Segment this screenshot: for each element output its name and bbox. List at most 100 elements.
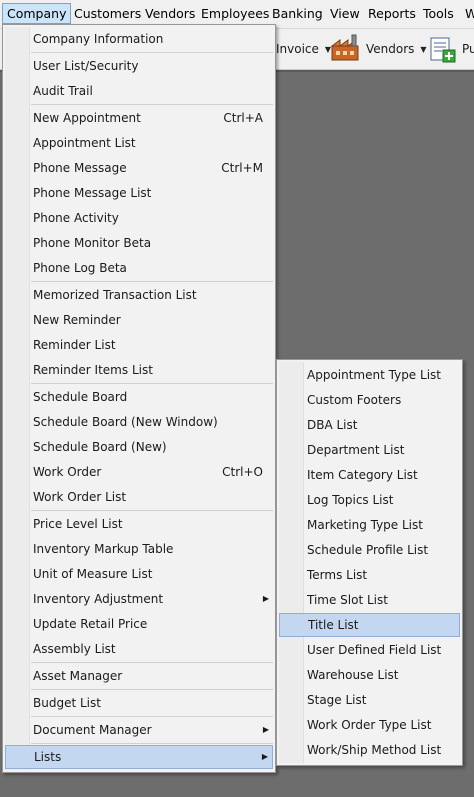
- submenu-item-user-defined-field-list[interactable]: User Defined Field List: [279, 638, 460, 662]
- menu-item-new-appointment[interactable]: New Appointment Ctrl+A: [5, 106, 273, 130]
- menu-separator: [31, 383, 273, 384]
- menu-separator: [31, 743, 273, 744]
- vendors-button[interactable]: Vendors ▼: [330, 29, 427, 69]
- menu-view[interactable]: View: [326, 3, 364, 24]
- menu-item-unit-of-measure-list[interactable]: Unit of Measure List: [5, 562, 273, 586]
- submenu-item-work-ship-method-list[interactable]: Work/Ship Method List: [279, 738, 460, 762]
- menu-item-appointment-list[interactable]: Appointment List: [5, 131, 273, 155]
- menu-item-schedule-board[interactable]: Schedule Board: [5, 385, 273, 409]
- menu-item-assembly-list[interactable]: Assembly List: [5, 637, 273, 661]
- menu-customers-label: Customers: [74, 6, 142, 21]
- menu-item-label: Document Manager: [33, 723, 152, 737]
- menu-item-phone-message[interactable]: Phone Message Ctrl+M: [5, 156, 273, 180]
- submenu-item-label: Work/Ship Method List: [307, 743, 442, 757]
- menu-item-label: Reminder Items List: [33, 363, 153, 377]
- submenu-item-label: Department List: [307, 443, 405, 457]
- menu-tools-label: Tools: [423, 6, 454, 21]
- submenu-item-stage-list[interactable]: Stage List: [279, 688, 460, 712]
- menu-item-phone-activity[interactable]: Phone Activity: [5, 206, 273, 230]
- menu-item-reminder-list[interactable]: Reminder List: [5, 333, 273, 357]
- menu-item-work-order[interactable]: Work Order Ctrl+O: [5, 460, 273, 484]
- menu-item-label: Company Information: [33, 32, 164, 46]
- menu-item-reminder-items-list[interactable]: Reminder Items List: [5, 358, 273, 382]
- submenu-arrow-icon: ▶: [262, 594, 269, 603]
- submenu-item-work-order-type-list[interactable]: Work Order Type List: [279, 713, 460, 737]
- menu-separator: [31, 716, 273, 717]
- menu-item-label: Budget List: [33, 696, 101, 710]
- submenu-item-label: Custom Footers: [307, 393, 402, 407]
- menu-tools[interactable]: Tools: [419, 3, 458, 24]
- company-menu: Company Information User List/Security A…: [2, 24, 276, 773]
- menu-item-inventory-adjustment[interactable]: Inventory Adjustment ▶: [5, 587, 273, 611]
- submenu-item-item-category-list[interactable]: Item Category List: [279, 463, 460, 487]
- menu-item-price-level-list[interactable]: Price Level List: [5, 512, 273, 536]
- factory-icon: [330, 34, 359, 61]
- menu-item-budget-list[interactable]: Budget List: [5, 691, 273, 715]
- menu-item-document-manager[interactable]: Document Manager ▶: [5, 718, 273, 742]
- menu-item-label: Price Level List: [33, 517, 123, 531]
- menu-item-phone-message-list[interactable]: Phone Message List: [5, 181, 273, 205]
- submenu-item-label: Warehouse List: [307, 668, 399, 682]
- submenu-item-time-slot-list[interactable]: Time Slot List: [279, 588, 460, 612]
- vendors-label: Vendors: [366, 42, 415, 56]
- submenu-item-label: Time Slot List: [307, 593, 388, 607]
- menu-item-label: Memorized Transaction List: [33, 288, 197, 302]
- menu-item-label: Asset Manager: [33, 669, 123, 683]
- menu-item-label: Lists: [34, 750, 62, 764]
- menu-banking-label: Banking: [272, 6, 323, 21]
- submenu-arrow-icon: ▶: [261, 752, 268, 761]
- menu-item-schedule-board-new-window[interactable]: Schedule Board (New Window): [5, 410, 273, 434]
- menu-item-memorized-transaction-list[interactable]: Memorized Transaction List: [5, 283, 273, 307]
- menu-item-label: New Reminder: [33, 313, 121, 327]
- menu-item-lists[interactable]: Lists ▶: [5, 745, 273, 769]
- submenu-item-department-list[interactable]: Department List: [279, 438, 460, 462]
- menu-window[interactable]: W: [461, 3, 474, 24]
- dropdown-arrow-icon[interactable]: ▼: [420, 45, 426, 54]
- menu-item-phone-log-beta[interactable]: Phone Log Beta: [5, 256, 273, 280]
- menu-item-label: Work Order List: [33, 490, 127, 504]
- menu-item-label: Audit Trail: [33, 84, 93, 98]
- menu-vendors[interactable]: Vendors: [141, 3, 199, 24]
- menu-item-schedule-board-new[interactable]: Schedule Board (New): [5, 435, 273, 459]
- menu-customers[interactable]: Customers: [70, 3, 145, 24]
- submenu-item-custom-footers[interactable]: Custom Footers: [279, 388, 460, 412]
- menu-separator: [31, 281, 273, 282]
- menu-item-label: Schedule Board: [33, 390, 128, 404]
- submenu-item-dba-list[interactable]: DBA List: [279, 413, 460, 437]
- menu-item-inventory-markup-table[interactable]: Inventory Markup Table: [5, 537, 273, 561]
- menu-reports[interactable]: Reports: [364, 3, 420, 24]
- menu-item-label: Schedule Board (New Window): [33, 415, 218, 429]
- menu-separator: [31, 510, 273, 511]
- menu-employees-label: Employees: [201, 6, 270, 21]
- menu-item-label: Assembly List: [33, 642, 116, 656]
- menu-company[interactable]: Company: [2, 3, 72, 24]
- menu-view-label: View: [330, 6, 360, 21]
- menu-banking[interactable]: Banking: [268, 3, 327, 24]
- submenu-item-terms-list[interactable]: Terms List: [279, 563, 460, 587]
- submenu-item-label: Item Category List: [307, 468, 418, 482]
- menu-item-new-reminder[interactable]: New Reminder: [5, 308, 273, 332]
- menu-item-asset-manager[interactable]: Asset Manager: [5, 664, 273, 688]
- purchase-button[interactable]: Pu: [428, 29, 474, 69]
- submenu-item-appointment-type-list[interactable]: Appointment Type List: [279, 363, 460, 387]
- submenu-item-title-list[interactable]: Title List: [279, 613, 460, 637]
- submenu-item-schedule-profile-list[interactable]: Schedule Profile List: [279, 538, 460, 562]
- menu-item-audit-trail[interactable]: Audit Trail: [5, 79, 273, 103]
- menu-item-user-list-security[interactable]: User List/Security: [5, 54, 273, 78]
- menu-item-update-retail-price[interactable]: Update Retail Price: [5, 612, 273, 636]
- menu-item-label: Phone Monitor Beta: [33, 236, 152, 250]
- menu-item-company-information[interactable]: Company Information: [5, 27, 273, 51]
- submenu-item-log-topics-list[interactable]: Log Topics List: [279, 488, 460, 512]
- menu-item-label: Phone Message List: [33, 186, 152, 200]
- menu-item-phone-monitor-beta[interactable]: Phone Monitor Beta: [5, 231, 273, 255]
- menu-item-label: Reminder List: [33, 338, 116, 352]
- invoice-button[interactable]: Invoice ▼: [276, 29, 331, 69]
- submenu-item-marketing-type-list[interactable]: Marketing Type List: [279, 513, 460, 537]
- shortcut-label: Ctrl+O: [222, 465, 263, 479]
- menu-employees[interactable]: Employees: [197, 3, 273, 24]
- menu-item-label: Appointment List: [33, 136, 136, 150]
- menu-item-label: Phone Activity: [33, 211, 119, 225]
- submenu-item-warehouse-list[interactable]: Warehouse List: [279, 663, 460, 687]
- submenu-item-label: Appointment Type List: [307, 368, 441, 382]
- menu-item-work-order-list[interactable]: Work Order List: [5, 485, 273, 509]
